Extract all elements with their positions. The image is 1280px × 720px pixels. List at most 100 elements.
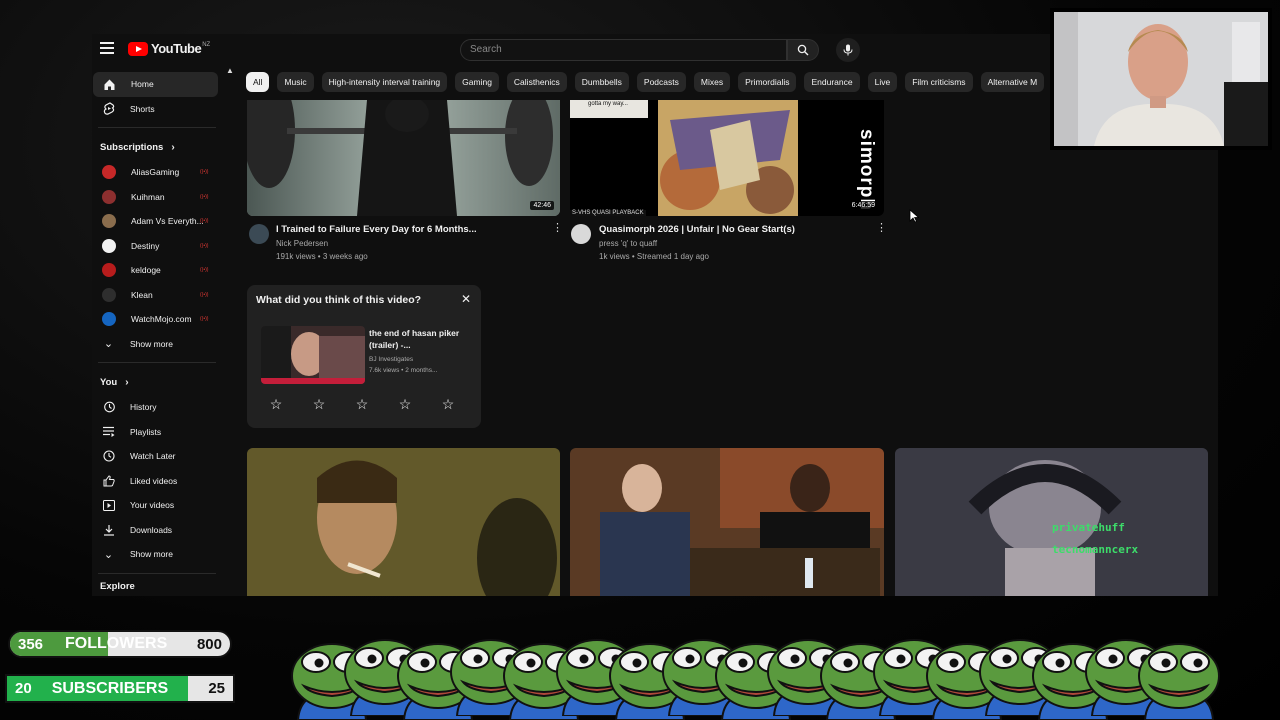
logo-text: YouTube [151,41,202,56]
chat-name-1: privatehuff [1052,521,1125,534]
filter-chip[interactable]: Endurance [804,72,860,92]
sidebar-item-subscription[interactable]: Adam Vs Everyth... ((•)) [92,209,222,234]
sidebar-item-watch-later[interactable]: Watch Later [92,444,222,469]
star-5-icon[interactable]: ☆ [439,395,457,413]
filter-chip[interactable]: Music [277,72,314,92]
live-indicator-icon: ((•)) [200,242,209,249]
subscriptions-heading[interactable]: Subscriptions › [92,134,222,160]
webcam-feed [1054,12,1268,146]
sidebar-item-subscription[interactable]: WatchMojo.com ((•)) [92,307,222,332]
filter-chip[interactable]: Primordialis [738,72,797,92]
sidebar-item-playlists[interactable]: Playlists [92,420,222,445]
sidebar-item-your-videos[interactable]: Your videos [92,493,222,518]
hamburger-menu-icon[interactable] [100,42,114,56]
sidebar-item-downloads[interactable]: Downloads [92,518,222,543]
gym-scene-image [247,100,560,216]
voice-search-button[interactable] [836,38,860,62]
filter-chip[interactable]: High-intensity interval training [321,72,448,92]
sidebar-item-label: Liked videos [130,475,178,486]
filter-chip[interactable]: Dumbbells [574,72,629,92]
star-2-icon[interactable]: ☆ [310,395,328,413]
video-thumbnail-2[interactable]: gotta my way... S-VHS QUASI PLAYBACK sim… [570,100,884,216]
filter-chip[interactable]: Live [867,72,898,92]
thumbnail-caption-right: simorph [856,129,877,211]
close-icon[interactable]: ✕ [461,292,471,306]
history-icon [102,401,115,414]
watch-later-icon [102,450,115,463]
video-thumbnail-1[interactable]: 42:46 [247,100,560,216]
filter-chip[interactable]: Calisthenics [506,72,567,92]
filter-chip[interactable]: Podcasts [636,72,686,92]
sidebar-item-subscription[interactable]: keldoge ((•)) [92,258,222,283]
video-duration: 6:46:59 [848,201,878,210]
star-3-icon[interactable]: ☆ [353,395,371,413]
stream-scene: YouTube NZ Search All Music High-intensity… [0,0,1280,720]
scroll-up-arrow-icon[interactable]: ▲ [226,66,234,75]
sidebar-item-subscription[interactable]: AliasGaming ((•)) [92,160,222,185]
sidebar-item-subscription[interactable]: Destiny ((•)) [92,234,222,259]
sidebar-item-liked-videos[interactable]: Liked videos [92,469,222,494]
filter-chip[interactable]: All [246,72,270,92]
sidebar-item-label: Home [131,79,154,90]
subscriptions-list: AliasGaming ((•)) Kuihman ((•)) Adam Vs Ever… [92,160,222,332]
video-thumbnail-3[interactable] [247,448,560,596]
mouse-cursor-icon [909,209,919,223]
chevron-right-icon: › [125,376,129,388]
sidebar-item-label: keldoge [131,265,161,276]
thumbs-up-icon [102,474,115,487]
sidebar-item-label: Playlists [130,426,162,437]
subscriptions-heading-label: Subscriptions [100,141,164,153]
sidebar-item-subscription[interactable]: Klean ((•)) [92,283,222,308]
channel-avatar[interactable] [571,224,591,244]
followers-label: FOLLOWERS [65,635,168,652]
sidebar-item-label: Show more [130,549,173,560]
sidebar-show-more[interactable]: ⌄ Show more [92,332,222,357]
filter-chip[interactable]: Mixes [693,72,731,92]
you-heading[interactable]: You › [92,369,222,395]
sidebar-item-home[interactable]: Home [93,72,218,97]
video-channel[interactable]: Nick Pedersen [276,237,328,250]
filter-chip[interactable]: Gaming [455,72,499,92]
explore-heading: Explore [92,580,222,594]
sidebar-divider [98,572,216,574]
subscribers-label: SUBSCRIBERS [51,679,169,697]
more-actions-icon[interactable]: ⋮ [876,223,887,234]
video-rating-survey: What did you think of this video? ✕ the … [247,285,481,428]
survey-video-title[interactable]: the end of hasan piker (trailer) -... [369,327,469,351]
star-4-icon[interactable]: ☆ [396,395,414,413]
channel-avatar[interactable] [249,224,269,244]
sidebar-item-shorts[interactable]: Shorts [92,97,222,122]
video-title[interactable]: I Trained to Failure Every Day for 6 Mon… [276,224,477,235]
sidebar-show-more-you[interactable]: ⌄ Show more [92,542,222,567]
subscribers-goal-bar: 20 SUBSCRIBERS 25 [5,674,235,703]
sidebar-item-label: Downloads [130,524,173,535]
video-channel[interactable]: press 'q' to quaff [599,237,657,250]
sidebar-item-label: History [130,402,157,413]
home-icon [103,78,116,91]
followers-goal-bar: 356 FOLLOWERS 800 [8,630,232,658]
subscribers-current: 20 [15,680,32,697]
channel-avatar [102,263,116,278]
download-icon [102,523,115,536]
survey-video-thumbnail[interactable] [261,326,365,384]
webcam-overlay [1050,8,1272,150]
you-heading-label: You [100,376,118,388]
sidebar-item-history[interactable]: History [92,395,222,420]
youtube-logo[interactable]: YouTube NZ [128,41,210,56]
star-1-icon[interactable]: ☆ [267,395,285,413]
youtube-play-icon [128,41,148,56]
sidebar-item-subscription[interactable]: Kuihman ((•)) [92,185,222,210]
survey-question: What did you think of this video? [256,294,422,306]
chat-name-2: tecnomanncerx [1052,543,1139,556]
sidebar-item-label: Destiny [131,240,160,251]
more-actions-icon[interactable]: ⋮ [552,223,563,234]
video-title[interactable]: Quasimorph 2026 | Unfair | No Gear Start… [599,224,795,235]
video-thumbnail-4[interactable] [570,448,884,596]
filter-chip[interactable]: Alternative M [980,72,1045,92]
filter-chip[interactable]: Film criticisms [905,72,973,92]
search-button[interactable] [787,39,819,61]
sidebar-item-label: Klean [131,289,153,300]
live-indicator-icon: ((•)) [200,193,209,200]
chevron-down-icon: ⌄ [103,338,114,351]
search-input[interactable]: Search [460,39,787,61]
